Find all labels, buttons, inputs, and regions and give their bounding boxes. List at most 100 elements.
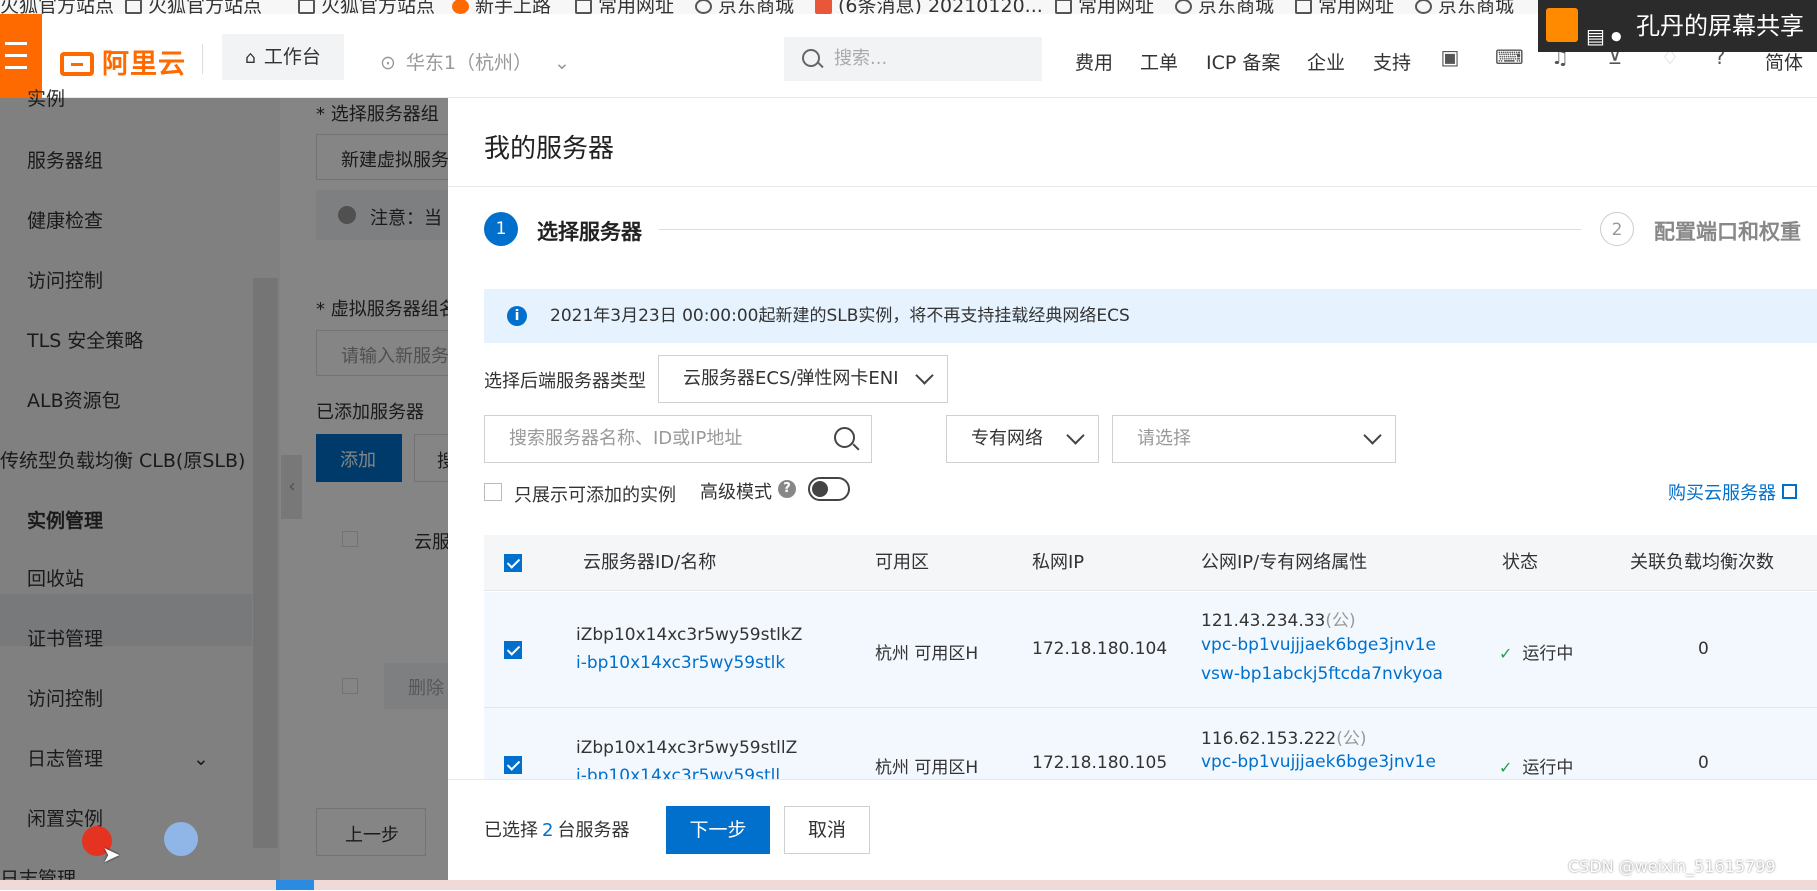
screen-share-icon: ▤ ⏺ xyxy=(1586,24,1622,48)
chevron-down-icon: ⌄ xyxy=(554,52,570,74)
chevron-down-icon xyxy=(1363,426,1382,445)
server-type-label: 选择后端服务器类型 xyxy=(484,371,646,392)
globe-icon xyxy=(1175,0,1192,14)
workbench-button[interactable]: ⌂ 工作台 xyxy=(222,34,344,80)
only-addable-label: 只展示可添加的实例 xyxy=(514,485,676,506)
bookmark[interactable]: 常用网址 xyxy=(575,0,674,14)
global-search-input[interactable]: 搜索... xyxy=(784,37,1042,81)
globe-icon xyxy=(1415,0,1432,14)
vswitch-link[interactable]: vsw-bp1abckj5ftcda7nvkyoa xyxy=(1201,664,1443,684)
nav-link-fees[interactable]: 费用 xyxy=(1075,48,1113,75)
advanced-mode-label: 高级模式 xyxy=(700,482,772,503)
divider xyxy=(448,186,1817,187)
bookmark[interactable]: 京东商城 xyxy=(1175,0,1274,14)
nav-link-tickets[interactable]: 工单 xyxy=(1140,48,1178,75)
screen-share-indicator[interactable]: ▤ ⏺ 孔丹的屏幕共享 xyxy=(1538,0,1817,52)
taskbar xyxy=(0,880,1817,890)
external-link-icon xyxy=(1782,484,1797,499)
folder-icon xyxy=(298,0,315,14)
status: ✓ 运行中 xyxy=(1499,644,1574,664)
bookmark[interactable]: 火狐官方站点 xyxy=(0,0,114,14)
chevron-down-icon xyxy=(915,366,934,385)
column-header[interactable]: 云服务器ID/名称 xyxy=(583,535,716,591)
globe-icon xyxy=(695,0,712,14)
column-header[interactable]: 公网IP/专有网络属性 xyxy=(1201,535,1367,591)
status: ✓ 运行中 xyxy=(1499,758,1574,778)
folder-icon xyxy=(1055,0,1072,14)
terminal-icon[interactable]: ⌨ xyxy=(1495,46,1524,68)
table-row[interactable]: iZbp10x14xc3r5wy59stlkZ i-bp10x14xc3r5wy… xyxy=(484,592,1817,708)
step-connector xyxy=(659,229,1581,230)
select-all-checkbox[interactable] xyxy=(504,554,522,572)
folder-icon xyxy=(575,0,592,14)
private-ip: 172.18.180.104 xyxy=(1032,639,1168,659)
cancel-button[interactable]: 取消 xyxy=(784,806,870,854)
lb-count: 0 xyxy=(1698,639,1709,659)
bookmark[interactable]: 火狐官方站点 xyxy=(298,0,435,14)
bookmark[interactable]: 新手上路 xyxy=(452,0,551,14)
column-header[interactable]: 状态 xyxy=(1502,535,1538,591)
folder-icon xyxy=(125,0,142,14)
bookmark[interactable]: (6条消息) 20210120... xyxy=(815,0,1043,14)
drawer-title: 我的服务器 xyxy=(484,134,615,164)
server-name-link[interactable]: i-bp10x14xc3r5wy59stlk xyxy=(576,653,785,673)
row-checkbox[interactable] xyxy=(504,641,522,659)
public-ip: 116.62.153.222(公) xyxy=(1201,729,1367,749)
table-header: 云服务器ID/名称 可用区 私网IP 公网IP/专有网络属性 状态 关联负载均衡… xyxy=(484,535,1817,591)
search-icon[interactable] xyxy=(834,427,855,448)
nav-link-icp[interactable]: ICP 备案 xyxy=(1206,48,1280,75)
only-addable-checkbox[interactable] xyxy=(484,483,502,501)
help-icon[interactable]: ? xyxy=(778,480,796,498)
server-id: iZbp10x14xc3r5wy59stlkZ xyxy=(576,625,803,645)
info-icon: i xyxy=(507,306,527,326)
bookmark[interactable]: 京东商城 xyxy=(695,0,794,14)
row-checkbox[interactable] xyxy=(504,756,522,774)
column-header[interactable]: 私网IP xyxy=(1032,535,1084,591)
step-1-indicator: 1 xyxy=(484,212,518,246)
csdn-icon xyxy=(815,0,832,14)
bookmark[interactable]: 京东商城 xyxy=(1415,0,1514,14)
aliyun-logo-icon xyxy=(60,52,94,76)
notice-banner: i 2021年3月23日 00:00:00起新建的SLB实例，将不再支持挂载经典… xyxy=(484,289,1817,343)
vpc-select[interactable]: 请选择 xyxy=(1112,415,1396,463)
ie-browser-icon[interactable] xyxy=(164,822,198,856)
public-ip: 121.43.234.33(公) xyxy=(1201,611,1356,631)
language-switch[interactable]: 简体 xyxy=(1765,48,1803,75)
bookmark[interactable]: 常用网址 xyxy=(1295,0,1394,14)
column-header[interactable]: 可用区 xyxy=(875,535,929,591)
location-icon: ⊙ xyxy=(380,52,396,74)
divider xyxy=(202,44,203,74)
lb-count: 0 xyxy=(1698,753,1709,773)
home-icon: ⌂ xyxy=(245,48,256,68)
buy-server-link[interactable]: 购买云服务器 xyxy=(1668,479,1797,505)
zone: 杭州 可用区H xyxy=(875,644,979,664)
nav-link-support[interactable]: 支持 xyxy=(1373,48,1411,75)
app-icon[interactable]: ▣ xyxy=(1440,46,1460,68)
network-type-select[interactable]: 专有网络 xyxy=(946,415,1099,463)
column-header[interactable]: 关联负载均衡次数 xyxy=(1630,535,1774,591)
advanced-mode-toggle[interactable] xyxy=(808,477,850,501)
server-search-input[interactable]: 搜索服务器名称、ID或IP地址 xyxy=(484,415,872,463)
server-id: iZbp10x14xc3r5wy59stllZ xyxy=(576,738,798,758)
vpc-link[interactable]: vpc-bp1vujjjaek6bge3jnv1e xyxy=(1201,635,1436,655)
step-2-label: 配置端口和权重 xyxy=(1654,220,1801,244)
next-step-button[interactable]: 下一步 xyxy=(666,806,770,854)
taskbar-active-app[interactable] xyxy=(276,880,314,890)
chevron-down-icon xyxy=(1066,426,1085,445)
selected-count-text: 已选择 2 台服务器 xyxy=(484,820,630,841)
vpc-link[interactable]: vpc-bp1vujjjaek6bge3jnv1e xyxy=(1201,752,1436,772)
mouse-cursor-icon: ➤ xyxy=(102,843,121,868)
modal-overlay[interactable] xyxy=(0,98,448,890)
aliyun-logo[interactable]: 阿里云 xyxy=(60,42,186,81)
step-2-indicator: 2 xyxy=(1600,212,1634,246)
folder-icon xyxy=(1295,0,1312,14)
region-selector[interactable]: ⊙ 华东1（杭州） ⌄ xyxy=(380,48,570,75)
server-type-select[interactable]: 云服务器ECS/弹性网卡ENI xyxy=(658,355,948,403)
nav-link-enterprise[interactable]: 企业 xyxy=(1307,48,1345,75)
person-icon xyxy=(1546,8,1578,42)
firefox-icon xyxy=(452,0,469,14)
bookmark[interactable]: 常用网址 xyxy=(1055,0,1154,14)
search-icon xyxy=(802,49,820,67)
zone: 杭州 可用区H xyxy=(875,758,979,778)
bookmark[interactable]: 火狐官方站点 xyxy=(125,0,262,14)
